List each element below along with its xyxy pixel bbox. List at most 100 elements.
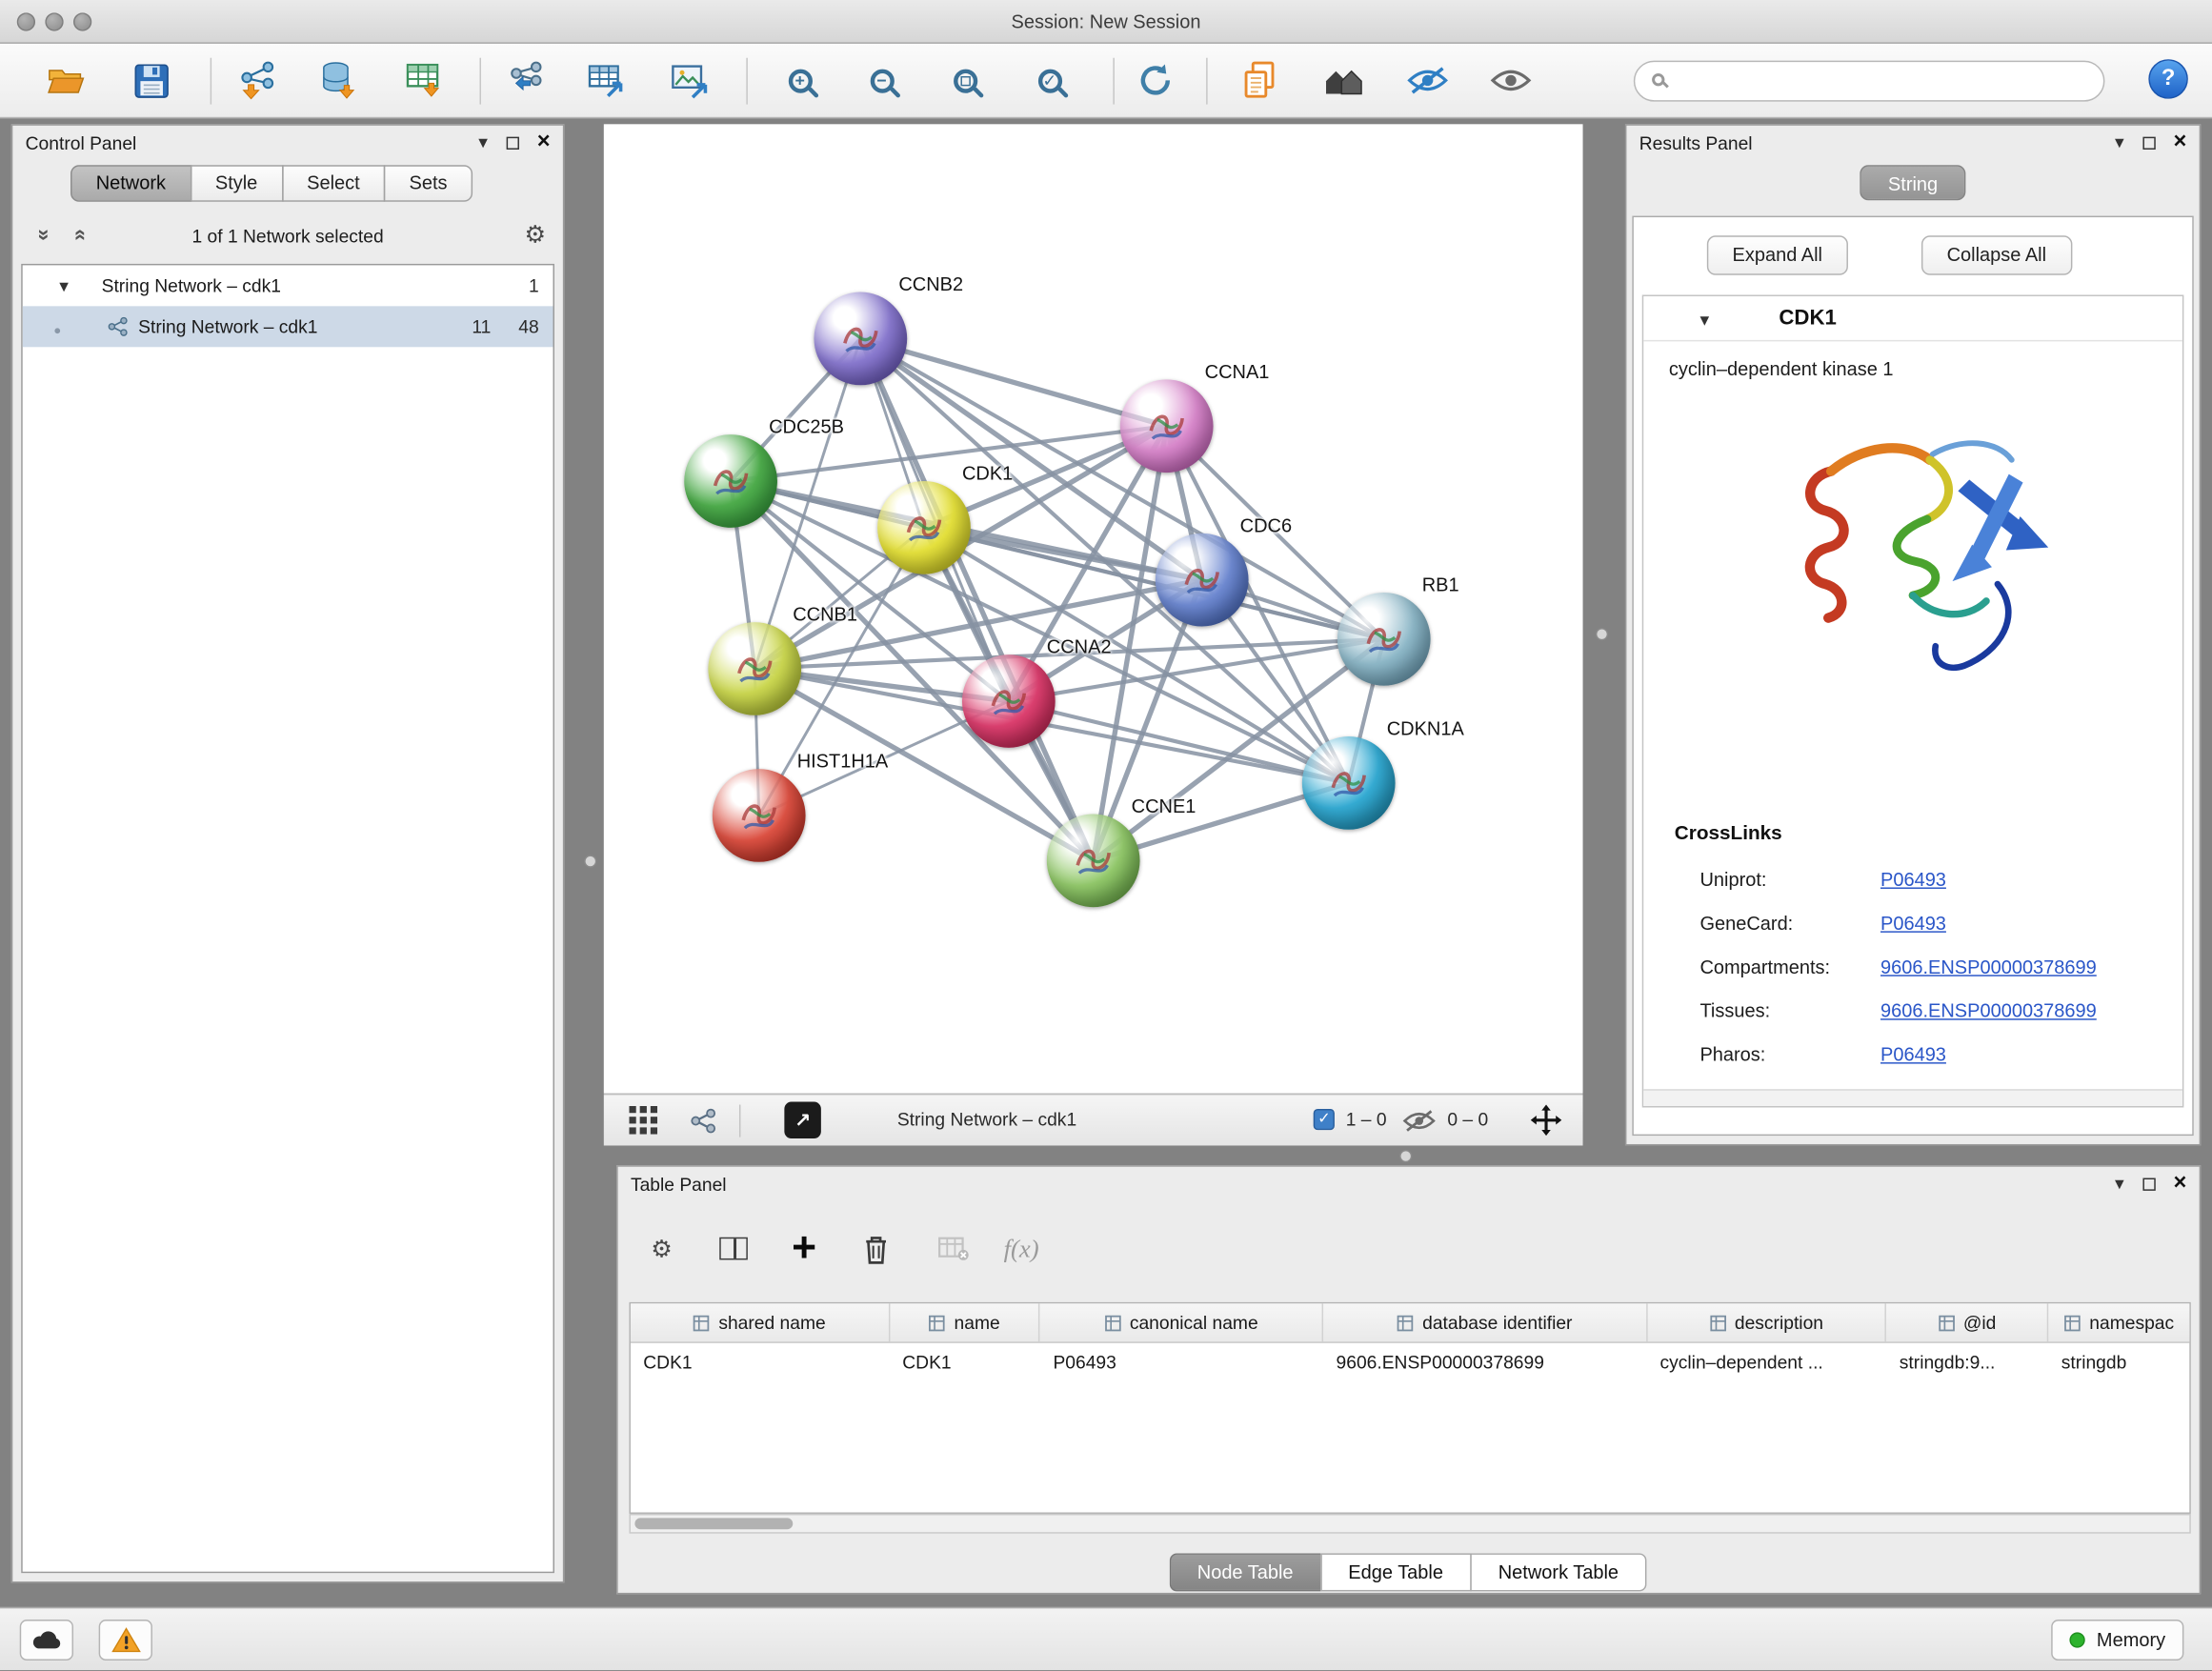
grid-view-button[interactable] xyxy=(615,1092,672,1148)
column-header[interactable]: database identifier xyxy=(1323,1303,1647,1341)
tab-string[interactable]: String xyxy=(1860,165,1965,200)
warnings-button[interactable] xyxy=(99,1620,152,1661)
network-node-label[interactable]: CCNA2 xyxy=(1047,636,1112,657)
crosslink-link[interactable]: P06493 xyxy=(1880,1044,1946,1065)
pan-network-button[interactable] xyxy=(1518,1092,1574,1148)
column-header[interactable]: description xyxy=(1647,1303,1886,1341)
search-field[interactable] xyxy=(1634,61,2105,102)
network-node-label[interactable]: CDC6 xyxy=(1240,515,1292,536)
float-panel-icon[interactable] xyxy=(2142,136,2155,149)
table-cell[interactable]: 9606.ENSP00000378699 xyxy=(1323,1343,1647,1382)
tab-select[interactable]: Select xyxy=(281,165,385,202)
network-node-CCNA2[interactable] xyxy=(962,654,1056,748)
network-options-gear-icon[interactable] xyxy=(525,221,547,250)
tab-node-table[interactable]: Node Table xyxy=(1169,1553,1321,1591)
zoom-in-button[interactable]: + xyxy=(772,52,828,109)
expand-all-button[interactable]: Expand All xyxy=(1707,235,1848,274)
splitter-handle-bottom[interactable] xyxy=(1399,1150,1412,1162)
network-node-CCNB1[interactable] xyxy=(708,622,801,715)
close-panel-icon[interactable] xyxy=(537,130,551,155)
close-panel-icon[interactable] xyxy=(2174,130,2187,155)
table-cell[interactable]: CDK1 xyxy=(890,1343,1040,1382)
import-table-from-file-button[interactable] xyxy=(396,52,452,109)
birds-eye-view-button[interactable] xyxy=(784,1102,821,1139)
crosslink-link[interactable]: 9606.ENSP00000378699 xyxy=(1880,1000,2097,1021)
crosslink-link[interactable]: P06493 xyxy=(1880,869,1946,890)
network-node-HIST1H1A[interactable] xyxy=(713,769,806,862)
open-session-button[interactable] xyxy=(38,52,94,109)
close-panel-icon[interactable] xyxy=(2174,1171,2187,1197)
apply-layout-button[interactable] xyxy=(1127,52,1183,109)
splitter-handle-right[interactable] xyxy=(1596,628,1608,640)
zoom-selected-button[interactable]: ✓ xyxy=(1021,52,1077,109)
table-horizontal-scrollbar[interactable] xyxy=(629,1514,2190,1534)
collection-expand-icon[interactable] xyxy=(59,275,69,298)
table-row[interactable]: CDK1 CDK1 P06493 9606.ENSP00000378699 cy… xyxy=(631,1343,2189,1382)
column-header[interactable]: shared name xyxy=(631,1303,890,1341)
network-collection-row[interactable]: String Network – cdk1 1 xyxy=(23,265,553,306)
export-network-button[interactable] xyxy=(496,52,553,109)
network-node-label[interactable]: RB1 xyxy=(1422,574,1459,595)
collapse-panel-icon[interactable] xyxy=(2115,130,2124,155)
tab-style[interactable]: Style xyxy=(190,165,283,202)
help-button[interactable] xyxy=(2148,59,2187,98)
scrollbar-thumb[interactable] xyxy=(634,1518,793,1529)
network-row-selected[interactable]: String Network – cdk1 11 48 xyxy=(23,306,553,347)
copy-style-button[interactable] xyxy=(1232,52,1288,109)
network-node-label[interactable]: CCNB2 xyxy=(898,273,963,294)
collapse-panel-icon[interactable] xyxy=(478,130,488,155)
network-node-label[interactable]: CCNB1 xyxy=(793,604,857,625)
float-panel-icon[interactable] xyxy=(2142,1178,2155,1190)
float-panel-icon[interactable] xyxy=(506,136,518,149)
table-cell[interactable]: P06493 xyxy=(1040,1343,1323,1382)
network-node-label[interactable]: CDKN1A xyxy=(1387,718,1464,739)
network-node-label[interactable]: CDC25B xyxy=(769,416,844,437)
collapse-panel-icon[interactable] xyxy=(2115,1171,2124,1197)
network-node-CCNA1[interactable] xyxy=(1120,379,1214,473)
table-cell[interactable]: stringdb:9... xyxy=(1886,1343,2048,1382)
import-network-from-database-button[interactable] xyxy=(311,52,367,109)
network-node-CDC25B[interactable] xyxy=(684,434,777,528)
tab-sets[interactable]: Sets xyxy=(384,165,473,202)
import-network-from-file-button[interactable] xyxy=(230,52,286,109)
gene-section-header[interactable]: CDK1 xyxy=(1643,296,2182,341)
splitter-handle-left[interactable] xyxy=(584,855,596,867)
delete-column-button[interactable] xyxy=(848,1220,904,1277)
network-node-label[interactable]: CDK1 xyxy=(962,463,1013,484)
table-cell[interactable]: CDK1 xyxy=(631,1343,890,1382)
network-view-canvas[interactable]: CCNB2CCNA1CDC25BCDK1CDC6RB1CCNB1CCNA2CDK… xyxy=(604,124,1583,1093)
selected-nodes-checkbox-icon[interactable] xyxy=(1314,1109,1335,1130)
collapse-all-button[interactable]: Collapse All xyxy=(1921,235,2072,274)
column-header[interactable]: namespac xyxy=(2049,1303,2190,1341)
results-scrollbar[interactable] xyxy=(1643,1089,2182,1106)
zoom-fit-button[interactable] xyxy=(936,52,993,109)
function-builder-button[interactable]: f(x) xyxy=(994,1220,1050,1277)
table-options-button[interactable] xyxy=(633,1220,690,1277)
tab-network[interactable]: Network xyxy=(70,165,191,202)
show-columns-button[interactable] xyxy=(705,1220,761,1277)
export-table-button[interactable] xyxy=(578,52,634,109)
zoom-out-button[interactable]: − xyxy=(854,52,910,109)
column-header[interactable]: canonical name xyxy=(1040,1303,1323,1341)
export-image-button[interactable] xyxy=(662,52,718,109)
column-header[interactable]: @id xyxy=(1887,1303,2049,1341)
network-node-CCNE1[interactable] xyxy=(1047,814,1140,907)
tab-network-table[interactable]: Network Table xyxy=(1470,1553,1647,1591)
network-node-CCNB2[interactable] xyxy=(814,292,907,386)
network-node-label[interactable]: CCNE1 xyxy=(1132,795,1196,816)
hide-selected-button[interactable] xyxy=(1399,52,1456,109)
column-header[interactable]: name xyxy=(890,1303,1040,1341)
network-share-view-button[interactable] xyxy=(674,1092,731,1148)
gene-collapse-icon[interactable] xyxy=(1699,308,1709,333)
tab-edge-table[interactable]: Edge Table xyxy=(1320,1553,1472,1591)
memory-button[interactable]: Memory xyxy=(2052,1620,2184,1661)
home-button[interactable] xyxy=(1317,52,1373,109)
crosslink-link[interactable]: 9606.ENSP00000378699 xyxy=(1880,956,2097,977)
table-cell[interactable]: cyclin–dependent ... xyxy=(1647,1343,1886,1382)
save-session-button[interactable] xyxy=(123,52,179,109)
search-input[interactable] xyxy=(1678,65,2092,97)
create-column-button[interactable] xyxy=(775,1220,832,1277)
network-node-CDKN1A[interactable] xyxy=(1302,736,1396,830)
network-node-CDK1[interactable] xyxy=(877,481,971,574)
network-node-CDC6[interactable] xyxy=(1156,534,1249,627)
